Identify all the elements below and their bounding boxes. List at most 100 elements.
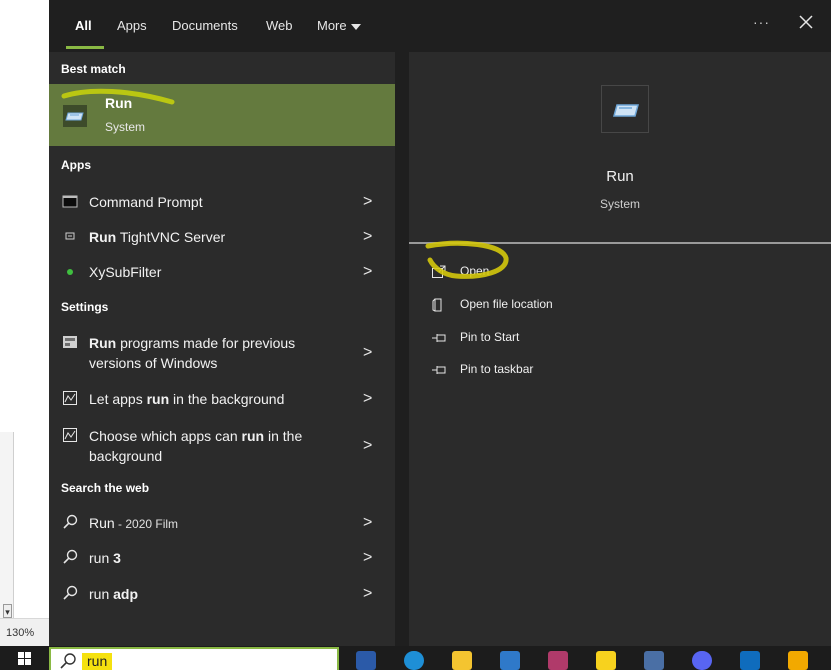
file-explorer-icon[interactable]: [452, 651, 472, 670]
search-icon: [59, 652, 77, 670]
tab-all[interactable]: All: [75, 18, 92, 33]
app-label: XySubFilter: [89, 264, 162, 280]
pin-icon: [431, 331, 447, 345]
details-title: Run: [606, 168, 634, 185]
tab-more-label: More: [317, 18, 347, 33]
section-apps: Apps: [61, 158, 91, 172]
label-line2: versions of Windows: [89, 355, 218, 371]
caret-down-icon: [350, 23, 361, 30]
close-button[interactable]: [794, 10, 818, 34]
chevron-right-icon[interactable]: >: [363, 437, 372, 455]
pin-icon: [431, 363, 447, 377]
results-list: Best match Run System Apps Command Promp…: [49, 52, 395, 646]
outlook-icon[interactable]: [740, 651, 760, 670]
action-label: Pin to Start: [460, 330, 520, 344]
label-rest: programs made for previous: [116, 335, 296, 351]
label-bold: adp: [113, 586, 139, 602]
search-query-text: run: [82, 653, 113, 670]
details-subtitle: System: [599, 197, 640, 211]
search-icon: [62, 549, 78, 565]
chevron-right-icon[interactable]: >: [363, 193, 372, 211]
action-label: Pin to taskbar: [460, 362, 534, 376]
setting-label: Choose which apps can run in the backgrou…: [89, 426, 302, 466]
open-icon: [431, 265, 447, 279]
search-icon: [62, 585, 78, 601]
section-best-match: Best match: [61, 62, 126, 76]
chevron-right-icon[interactable]: >: [363, 585, 372, 603]
search-icon: [62, 514, 78, 530]
network-icon[interactable]: [644, 651, 664, 670]
windows-logo-icon: [18, 652, 31, 665]
label-suffix: - 2020 Film: [114, 517, 179, 531]
label-line2: background: [89, 448, 163, 464]
app-label: Run TightVNC Server: [89, 227, 225, 247]
close-icon: [799, 15, 813, 29]
setting-label: Run programs made for previous versions o…: [89, 333, 295, 373]
start-menu-search-panel: All Apps Documents Web More ··· Best mat…: [49, 0, 831, 646]
compatibility-icon: [62, 334, 78, 350]
xysubfilter-icon: [62, 263, 78, 279]
chevron-right-icon[interactable]: >: [363, 228, 372, 246]
details-pane: Run System Open Open file location Pin t…: [409, 52, 831, 646]
taskbar-search-box[interactable]: run: [49, 647, 339, 670]
best-match-subtitle: System: [105, 120, 146, 134]
sticky-notes-icon[interactable]: [596, 651, 616, 670]
match-text: run: [146, 391, 170, 407]
chevron-right-icon[interactable]: >: [363, 549, 372, 567]
label-main: Run: [89, 515, 115, 531]
tightvnc-icon: [62, 228, 78, 244]
action-label: Open: [460, 264, 490, 278]
edge-icon[interactable]: [404, 651, 424, 670]
file-location-icon: [431, 298, 447, 312]
discord-icon[interactable]: [692, 651, 712, 670]
background-apps-icon: [62, 390, 78, 406]
label-pre: Let apps: [89, 391, 147, 407]
zoom-level[interactable]: 130%: [0, 618, 49, 646]
best-match-title: Run: [105, 95, 133, 111]
run-dialog-icon: [601, 85, 649, 133]
scroll-down-arrow[interactable]: ▾: [3, 604, 12, 618]
tab-web[interactable]: Web: [266, 18, 293, 33]
vscode-icon[interactable]: [500, 651, 520, 670]
label-pre: run: [89, 586, 114, 602]
best-match-result[interactable]: Run System: [49, 84, 395, 146]
command-prompt-icon: [62, 193, 78, 209]
details-divider: [409, 242, 831, 244]
taskbar: run: [0, 646, 831, 670]
run-dialog-icon: [63, 105, 87, 127]
label-post: in the: [264, 428, 303, 444]
label-post: in the background: [169, 391, 285, 407]
tab-documents[interactable]: Documents: [172, 18, 238, 33]
paint-icon[interactable]: [548, 651, 568, 670]
search-tabs: All Apps Documents Web More ···: [49, 0, 831, 52]
app-label: Command Prompt: [89, 194, 203, 210]
tab-apps[interactable]: Apps: [117, 18, 147, 33]
chevron-right-icon[interactable]: >: [363, 263, 372, 281]
active-tab-indicator: [66, 46, 104, 49]
match-text: Run: [89, 335, 117, 351]
start-button[interactable]: [0, 646, 49, 670]
label-pre: run: [89, 550, 114, 566]
web-label: run 3: [89, 548, 121, 568]
tab-more[interactable]: More: [317, 18, 361, 33]
action-label: Open file location: [460, 297, 553, 311]
label-rest: TightVNC Server: [116, 229, 226, 245]
pin-tool-icon[interactable]: [788, 651, 808, 670]
web-label: Run - 2020 Film: [89, 513, 178, 534]
match-text: run: [241, 428, 265, 444]
background-document: ▾ 130%: [0, 0, 49, 646]
vertical-ruler: [0, 432, 14, 618]
label-pre: Choose which apps can: [89, 428, 242, 444]
section-search-web: Search the web: [61, 481, 150, 495]
match-text: Run: [89, 229, 117, 245]
web-label: run adp: [89, 584, 138, 604]
chevron-right-icon[interactable]: >: [363, 344, 372, 362]
powershell-icon[interactable]: [356, 651, 376, 670]
label-bold: 3: [113, 550, 121, 566]
background-apps-icon: [62, 427, 78, 443]
setting-label: Let apps run in the background: [89, 389, 284, 409]
chevron-right-icon[interactable]: >: [363, 390, 372, 408]
more-options-button[interactable]: ···: [753, 14, 770, 30]
chevron-right-icon[interactable]: >: [363, 514, 372, 532]
section-settings: Settings: [61, 300, 109, 314]
